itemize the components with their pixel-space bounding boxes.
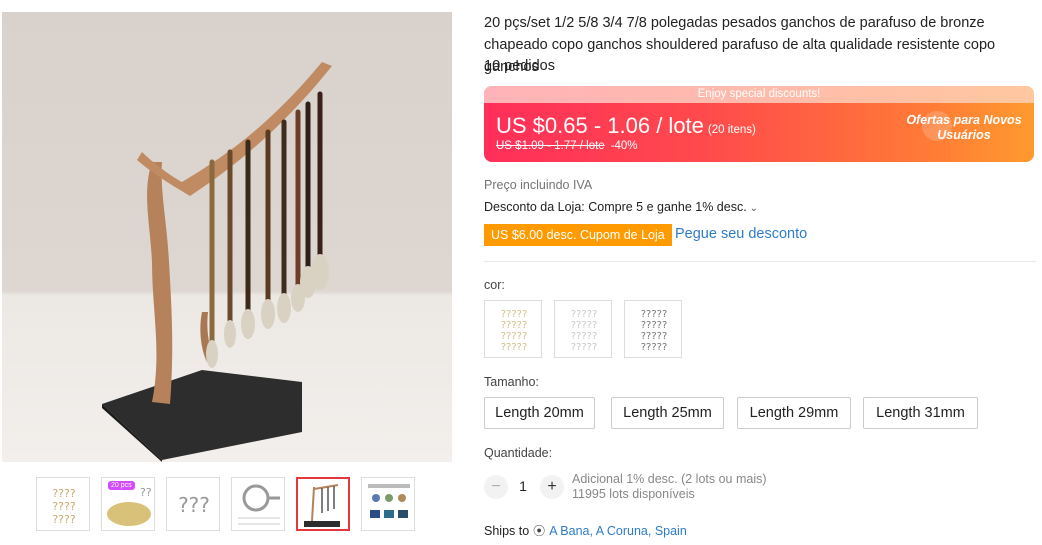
svg-text:?????: ????? <box>501 331 528 342</box>
bulk-discount-note: Adicional 1% desc. (2 lots ou mais) <box>572 472 767 486</box>
ships-to: Ships to ⦿ A Bana, A Coruna, Spain <box>484 522 687 539</box>
thumbnail-brush-hanger[interactable] <box>296 477 350 531</box>
order-count: 10 pedidos <box>484 58 555 74</box>
quantity-info: Adicional 1% desc. (2 lots ou mais) 1199… <box>572 472 767 502</box>
size-option-29mm[interactable]: Length 29mm <box>737 397 851 429</box>
brush-hanger-icon <box>304 484 340 527</box>
thumbnail-hooks-brass[interactable]: ???? ???? ???? <box>36 477 90 531</box>
svg-text:?????: ????? <box>501 342 528 353</box>
svg-text:????: ???? <box>52 513 76 526</box>
discount-percent: -40% <box>610 140 638 152</box>
item-count: (20 itens) <box>707 124 756 136</box>
svg-text:?????: ????? <box>501 320 528 331</box>
divider <box>484 261 1036 262</box>
svg-text:?????: ????? <box>641 331 668 342</box>
new-user-offer-badge[interactable]: Ofertas para Novos Usuários <box>904 107 1024 159</box>
svg-text:?????: ????? <box>641 320 668 331</box>
thumbnail-usage-chart[interactable] <box>361 477 415 531</box>
vat-note: Preço incluindo IVA <box>484 178 593 192</box>
chevron-down-icon: ⌄ <box>749 203 759 214</box>
special-discount-banner: Enjoy special discounts! <box>484 86 1034 103</box>
new-user-offer-label: Ofertas para Novos Usuários <box>906 113 1022 142</box>
original-price-value: US $1.09 - 1.77 / lote <box>496 140 605 152</box>
thumbnail-hooks-finishes[interactable]: ??? <box>166 477 220 531</box>
price-range: US $0.65 - 1.06 / lote <box>496 113 704 138</box>
hook-icon: ????? ????? ????? ????? <box>641 309 668 353</box>
svg-text:????: ???? <box>52 500 76 513</box>
svg-text:?????: ????? <box>571 331 598 342</box>
store-discount-dropdown[interactable]: Desconto da Loja: Compre 5 e ganhe 1% de… <box>484 200 758 214</box>
svg-text:????: ???? <box>52 487 76 500</box>
location-pin-icon: ⦿ <box>533 524 546 538</box>
svg-text:?????: ????? <box>641 309 668 320</box>
hook-icon: ????? ????? ????? ????? <box>571 309 598 353</box>
ships-to-label: Ships to <box>484 524 530 538</box>
stock-available: 11995 lots disponíveis <box>572 487 695 501</box>
quantity-value[interactable]: 1 <box>515 478 531 494</box>
size-option-label: Tamanho: <box>484 375 539 389</box>
svg-text:?????: ????? <box>641 342 668 353</box>
svg-text:?????: ????? <box>571 320 598 331</box>
quantity-increment-button[interactable]: + <box>540 475 564 499</box>
color-option-label: cor: <box>484 278 505 292</box>
thumbnail-hooks-pile[interactable]: ?? 20 pcs <box>101 477 155 531</box>
svg-text:??: ?? <box>140 486 152 499</box>
thumbnail-tag: 20 pcs <box>108 481 135 490</box>
product-title: 20 pçs/set 1/2 5/8 3/4 7/8 polegadas pes… <box>484 15 996 75</box>
size-option-20mm[interactable]: Length 20mm <box>484 397 595 429</box>
usage-chart-icon <box>368 484 410 518</box>
price-banner: Enjoy special discounts! US $0.65 - 1.06… <box>484 86 1034 162</box>
hook-icon: ????? ????? ????? ????? <box>501 309 528 353</box>
thumbnail-hook-dimensions[interactable] <box>231 477 285 531</box>
color-swatch-1[interactable]: ????? ????? ????? ????? <box>484 300 542 358</box>
current-price: US $0.65 - 1.06 / lote (20 itens) <box>496 113 756 139</box>
ship-location-link[interactable]: A Bana, A Coruna, Spain <box>549 524 687 538</box>
brush-hanger-photo <box>102 62 332 462</box>
main-product-image[interactable] <box>2 12 452 462</box>
svg-text:?????: ????? <box>571 342 598 353</box>
store-coupon-tag: US $6.00 desc. Cupom de Loja <box>484 224 672 246</box>
color-swatch-3[interactable]: ????? ????? ????? ????? <box>624 300 682 358</box>
size-option-31mm[interactable]: Length 31mm <box>863 397 978 429</box>
thumbnail-strip: ???? ???? ???? ?? 20 pcs ??? <box>36 477 426 533</box>
store-discount-text: Desconto da Loja: Compre 5 e ganhe 1% de… <box>484 200 747 214</box>
hook-dimension-icon <box>238 484 280 525</box>
get-coupon-link[interactable]: Pegue seu desconto <box>675 226 807 242</box>
quantity-label: Quantidade: <box>484 446 553 460</box>
hook-icon: ??? <box>178 493 210 517</box>
svg-text:???: ??? <box>178 493 210 517</box>
hook-icon: ???? ???? ???? <box>52 487 76 526</box>
size-option-25mm[interactable]: Length 25mm <box>611 397 724 429</box>
svg-text:?????: ????? <box>571 309 598 320</box>
quantity-decrement-button[interactable]: − <box>484 475 508 499</box>
svg-text:?????: ????? <box>501 309 528 320</box>
color-swatch-2[interactable]: ????? ????? ????? ????? <box>554 300 612 358</box>
original-price: US $1.09 - 1.77 / lote -40% <box>496 140 638 152</box>
